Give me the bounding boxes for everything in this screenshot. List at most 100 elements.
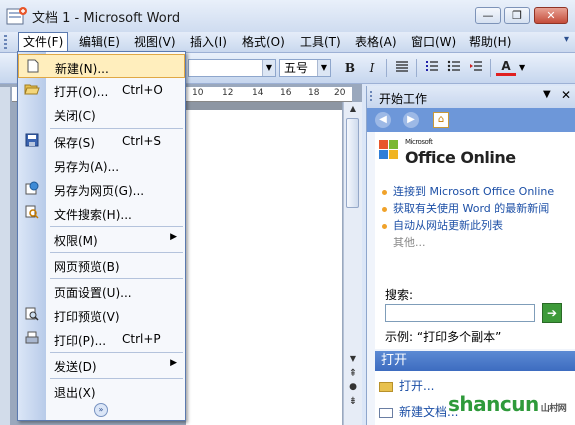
link-more[interactable]: 其他... xyxy=(381,237,573,249)
office-online-brand[interactable]: Microsoft Office Online xyxy=(405,138,516,167)
menu-item-web-preview[interactable]: 网页预览(B) xyxy=(18,253,185,277)
links-list: 连接到 Microsoft Office Online 获取有关使用 Word … xyxy=(381,186,573,254)
forward-icon[interactable]: ▶ xyxy=(403,112,419,128)
back-icon[interactable]: ◀ xyxy=(375,112,391,128)
menu-item-save-as[interactable]: 另存为(A)... xyxy=(18,153,185,177)
minimize-button[interactable]: — xyxy=(475,7,501,24)
menu-item-save-as-web[interactable]: 另存为网页(G)... xyxy=(18,177,185,201)
menu-item-shortcut: Ctrl+P xyxy=(122,332,161,346)
web-page-icon xyxy=(24,181,40,197)
bold-button[interactable]: B xyxy=(340,59,360,77)
menu-format[interactable]: 格式(O) xyxy=(238,32,289,52)
folder-icon xyxy=(379,381,393,392)
dropdown-arrow-icon[interactable]: ▼ xyxy=(262,60,275,76)
maximize-button[interactable]: ❐ xyxy=(504,7,530,24)
menu-tools[interactable]: 工具(T) xyxy=(296,32,345,52)
font-size-combo[interactable]: 五号 ▼ xyxy=(279,59,331,77)
menu-item-label: 网页预览(B) xyxy=(54,260,120,274)
open-file-link[interactable]: 打开... xyxy=(379,377,434,394)
search-example: 示例: “打印多个副本” xyxy=(385,330,502,344)
pane-close-icon[interactable]: ✕ xyxy=(561,88,571,102)
menu-item-shortcut: Ctrl+S xyxy=(122,134,162,148)
toolbar-separator xyxy=(386,59,387,77)
menu-item-shortcut: Ctrl+O xyxy=(122,83,163,97)
menu-item-label: 另存为网页(G)... xyxy=(54,184,145,198)
next-page-icon[interactable]: ⇟ xyxy=(344,396,362,407)
menu-item-send[interactable]: 发送(D) ▶ xyxy=(18,353,185,377)
menu-item-label: 关闭(C) xyxy=(54,109,96,123)
italic-button[interactable]: I xyxy=(362,59,382,77)
font-name-combo[interactable]: ▼ xyxy=(188,59,276,77)
menu-view[interactable]: 视图(V) xyxy=(130,32,180,52)
link-update[interactable]: 自动从网站更新此列表 xyxy=(381,220,573,232)
menu-item-label: 打印(P)... xyxy=(54,334,107,348)
open-section-header[interactable]: 打开 xyxy=(375,351,575,371)
menu-item-save[interactable]: 保存(S) Ctrl+S xyxy=(18,129,185,153)
menu-item-print[interactable]: 打印(P)... Ctrl+P xyxy=(18,327,185,351)
link-connect[interactable]: 连接到 Microsoft Office Online xyxy=(381,186,573,198)
bullet-list-icon[interactable] xyxy=(444,59,464,77)
open-file-label: 打开... xyxy=(399,379,435,393)
menu-insert[interactable]: 插入(I) xyxy=(186,32,231,52)
search-input[interactable] xyxy=(385,304,535,322)
maximize-icon: ❐ xyxy=(512,9,522,22)
menubar-grip[interactable] xyxy=(4,35,7,49)
ruler-tick: 18 xyxy=(308,88,320,98)
word-app-icon[interactable] xyxy=(6,6,28,26)
browse-object-icon[interactable]: ● xyxy=(344,382,362,392)
menu-item-label: 打开(O)... xyxy=(54,85,109,99)
menu-item-exit[interactable]: 退出(X) xyxy=(18,379,185,403)
minimize-icon: — xyxy=(482,9,494,22)
search-go-button[interactable]: ➔ xyxy=(542,303,562,323)
pane-dropdown-icon[interactable]: ▼ xyxy=(543,89,551,100)
prev-page-icon[interactable]: ⇞ xyxy=(344,368,362,379)
align-justify-icon[interactable] xyxy=(392,59,412,77)
scroll-down-icon[interactable]: ▼ xyxy=(344,354,362,363)
menu-file[interactable]: 文件(F) xyxy=(18,32,69,51)
menu-table[interactable]: 表格(A) xyxy=(351,32,401,52)
document-page[interactable] xyxy=(186,110,342,425)
menu-item-permission[interactable]: 权限(M) ▶ xyxy=(18,227,185,251)
submenu-arrow-icon: ▶ xyxy=(170,358,177,368)
ruler-tick: 12 xyxy=(222,88,234,98)
pane-grip[interactable] xyxy=(370,91,372,103)
menu-item-close[interactable]: 关闭(C) xyxy=(18,102,185,126)
dropdown-arrow-icon[interactable]: ▼ xyxy=(317,60,330,76)
menu-bar: 文件(F) 编辑(E) 视图(V) 插入(I) 格式(O) 工具(T) 表格(A… xyxy=(0,32,575,53)
expand-menu-icon[interactable]: » xyxy=(94,403,108,417)
submenu-arrow-icon: ▶ xyxy=(170,232,177,242)
menu-help[interactable]: 帮助(H) xyxy=(465,32,515,52)
menubar-chevron-icon[interactable]: ▾ xyxy=(564,34,569,45)
home-icon[interactable]: ⌂ xyxy=(433,112,449,128)
menu-window[interactable]: 窗口(W) xyxy=(407,32,460,52)
menu-item-file-search[interactable]: 文件搜索(H)... xyxy=(18,201,185,225)
task-pane-title: 开始工作 xyxy=(379,92,428,106)
vertical-scrollbar[interactable]: ▲ ▼ ⇞ ● ⇟ xyxy=(343,102,362,425)
font-color-dropdown-icon[interactable]: ▼ xyxy=(519,63,525,72)
menu-item-label: 发送(D) xyxy=(54,360,97,374)
menu-item-print-preview[interactable]: 打印预览(V) xyxy=(18,303,185,327)
menu-edit[interactable]: 编辑(E) xyxy=(75,32,124,52)
title-bar: 文档 1 - Microsoft Word — ❐ ✕ xyxy=(0,0,575,33)
print-icon xyxy=(24,331,40,347)
watermark-text: shancun xyxy=(448,392,539,416)
open-folder-icon xyxy=(24,82,40,98)
menu-item-open[interactable]: 打开(O)... Ctrl+O xyxy=(18,78,185,102)
close-button[interactable]: ✕ xyxy=(534,7,568,24)
menu-item-page-setup[interactable]: 页面设置(U)... xyxy=(18,279,185,303)
link-news[interactable]: 获取有关使用 Word 的最新新闻 xyxy=(381,203,573,215)
menu-item-label: 另存为(A)... xyxy=(54,160,120,174)
font-color-button[interactable]: A xyxy=(496,59,516,76)
menu-item-new[interactable]: 新建(N)... xyxy=(18,54,185,78)
new-doc-link[interactable]: 新建文档... xyxy=(379,403,458,420)
ruler-tick: 10 xyxy=(192,88,204,98)
print-preview-icon xyxy=(24,307,40,323)
menu-item-label: 新建(N)... xyxy=(55,62,109,76)
task-pane-nav: ◀ ▶ ⌂ xyxy=(367,108,575,132)
numbered-list-icon[interactable] xyxy=(422,59,442,77)
new-doc-icon xyxy=(25,59,41,75)
indent-icon[interactable] xyxy=(466,59,486,77)
toolbar-separator xyxy=(416,59,417,77)
scroll-up-icon[interactable]: ▲ xyxy=(344,104,362,113)
scroll-thumb[interactable] xyxy=(346,118,359,208)
